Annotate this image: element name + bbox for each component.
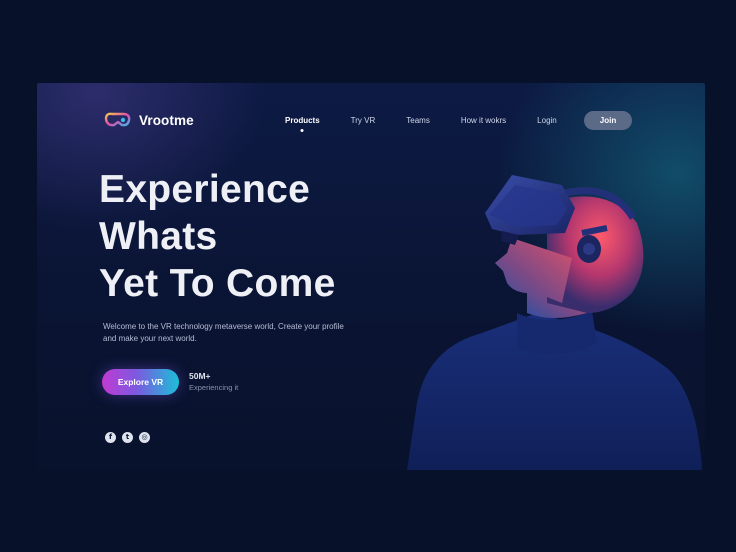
nav-item-label: Try VR: [350, 116, 376, 125]
hero-description: Welcome to the VR technology metaverse w…: [103, 322, 344, 343]
facebook-icon[interactable]: f: [105, 432, 116, 443]
instagram-icon[interactable]: ◎: [139, 432, 150, 443]
headline-line: Whats: [99, 215, 218, 258]
main-nav: Products Try VR Teams How it wokrs Login: [285, 116, 557, 132]
hero-vr-person-image: [407, 175, 702, 470]
headline-line: Yet To Come: [99, 262, 336, 305]
twitter-icon[interactable]: t: [122, 432, 133, 443]
hero-headline: Experience Whats Yet To Come: [99, 166, 336, 307]
join-button[interactable]: Join: [584, 111, 632, 130]
users-stat-label: Experiencing it: [189, 383, 239, 392]
explore-vr-button[interactable]: Explore VR: [102, 369, 179, 395]
nav-item-try-vr[interactable]: Try VR: [351, 116, 376, 125]
vr-goggles-logo-icon: [104, 112, 131, 127]
icon-glyph: t: [125, 433, 130, 441]
nav-item-products[interactable]: Products: [285, 116, 320, 132]
nav-item-teams[interactable]: Teams: [406, 116, 430, 125]
social-links: f t ◎: [105, 432, 150, 443]
nav-item-label: Products: [285, 116, 320, 125]
nav-item-how-it-works[interactable]: How it wokrs: [461, 116, 506, 125]
brand-name: Vrootme: [139, 112, 194, 128]
nav-item-label: Login: [537, 116, 557, 125]
nav-item-label: Teams: [406, 116, 430, 125]
headline-line: Experience: [99, 168, 311, 211]
nav-item-label: How it wokrs: [460, 116, 507, 125]
icon-glyph: ◎: [141, 433, 148, 441]
icon-glyph: f: [108, 433, 113, 441]
brand-logo[interactable]: Vrootme: [103, 110, 194, 130]
active-indicator-dot: [300, 129, 304, 132]
users-stat-value: 50M+: [189, 371, 211, 381]
landing-page-card: Vrootme Products Try VR Teams How it wok…: [37, 83, 705, 470]
nav-item-login[interactable]: Login: [537, 116, 557, 125]
